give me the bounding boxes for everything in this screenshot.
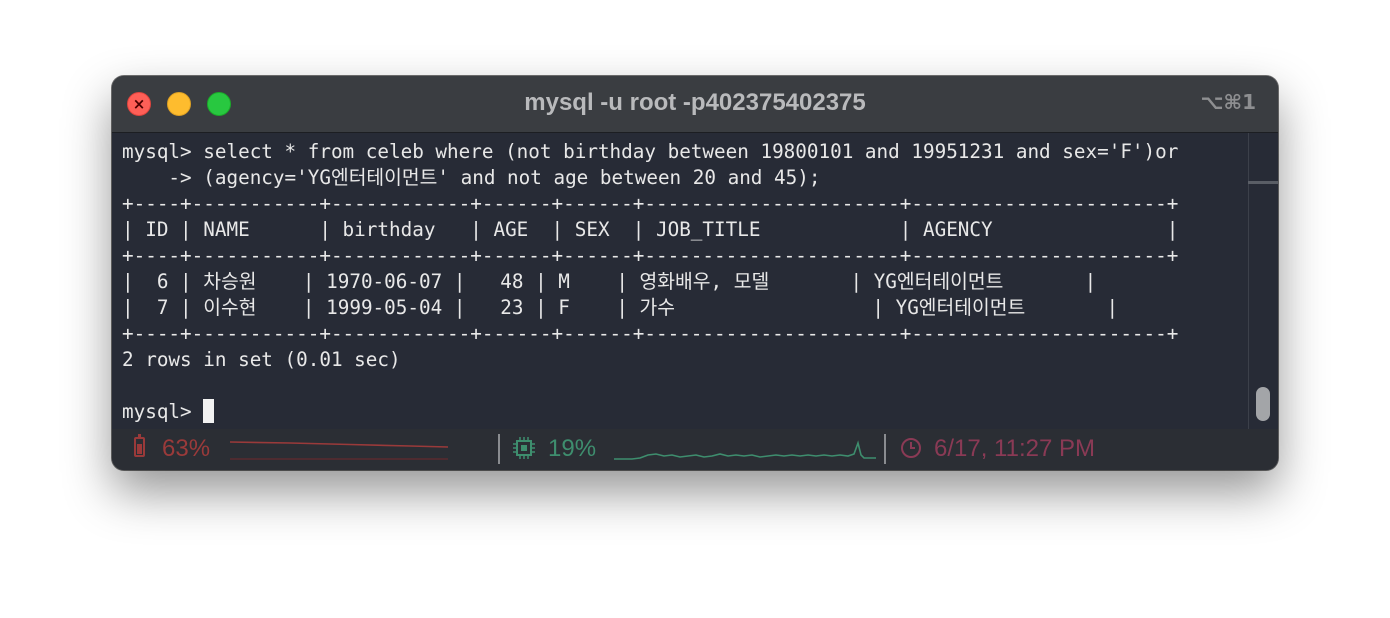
prompt-line[interactable]: mysql>: [122, 399, 1248, 425]
prompt-text: mysql>: [122, 400, 204, 423]
terminal-line: mysql> select * from celeb where (not bi…: [122, 140, 1179, 163]
table-border: +----+-----------+------------+------+--…: [122, 244, 1179, 267]
clock-icon: [901, 438, 921, 458]
window-shortcut: ⌥⌘1: [1200, 90, 1256, 114]
terminal-line: -> (agency='YG엔터테이먼트' and not age betwee…: [122, 166, 821, 189]
table-row: | 6 | 차승원 | 1970-06-07 | 48 | M | 영화배우, …: [122, 270, 1097, 293]
result-summary: 2 rows in set (0.01 sec): [122, 348, 401, 371]
battery-icon: [134, 434, 145, 457]
text-cursor: [203, 399, 215, 423]
window-title: mysql -u root -p402375402375: [524, 89, 866, 116]
scrollbar-marker: [1248, 181, 1278, 184]
cpu-percentage: 19%: [548, 435, 597, 462]
cpu-graph: [614, 440, 876, 460]
table-header-row: | ID | NAME | birthday | AGE | SEX | JOB…: [122, 218, 1179, 241]
clock-text: 6/17, 11:27 PM: [934, 435, 1095, 462]
status-divider: [498, 434, 500, 464]
status-bar: 63% 19% 6/17, 11:27 PM: [112, 429, 1278, 470]
table-row: | 7 | 이수현 | 1999-05-04 | 23 | F | 가수 | Y…: [122, 296, 1119, 319]
terminal-output[interactable]: mysql> select * from celeb where (not bi…: [112, 133, 1248, 429]
battery-graph: [230, 441, 448, 460]
battery-percentage: 63%: [162, 435, 211, 462]
terminal-window: × mysql -u root -p402375402375 ⌥⌘1 mysql…: [112, 76, 1278, 470]
table-border: +----+-----------+------------+------+--…: [122, 322, 1179, 345]
cpu-icon: [513, 437, 535, 459]
title-bar: × mysql -u root -p402375402375 ⌥⌘1: [112, 76, 1278, 133]
status-divider: [884, 434, 886, 464]
scrollbar-thumb[interactable]: [1256, 387, 1270, 421]
scrollbar-track[interactable]: [1248, 133, 1278, 429]
table-border: +----+-----------+------------+------+--…: [122, 192, 1179, 215]
